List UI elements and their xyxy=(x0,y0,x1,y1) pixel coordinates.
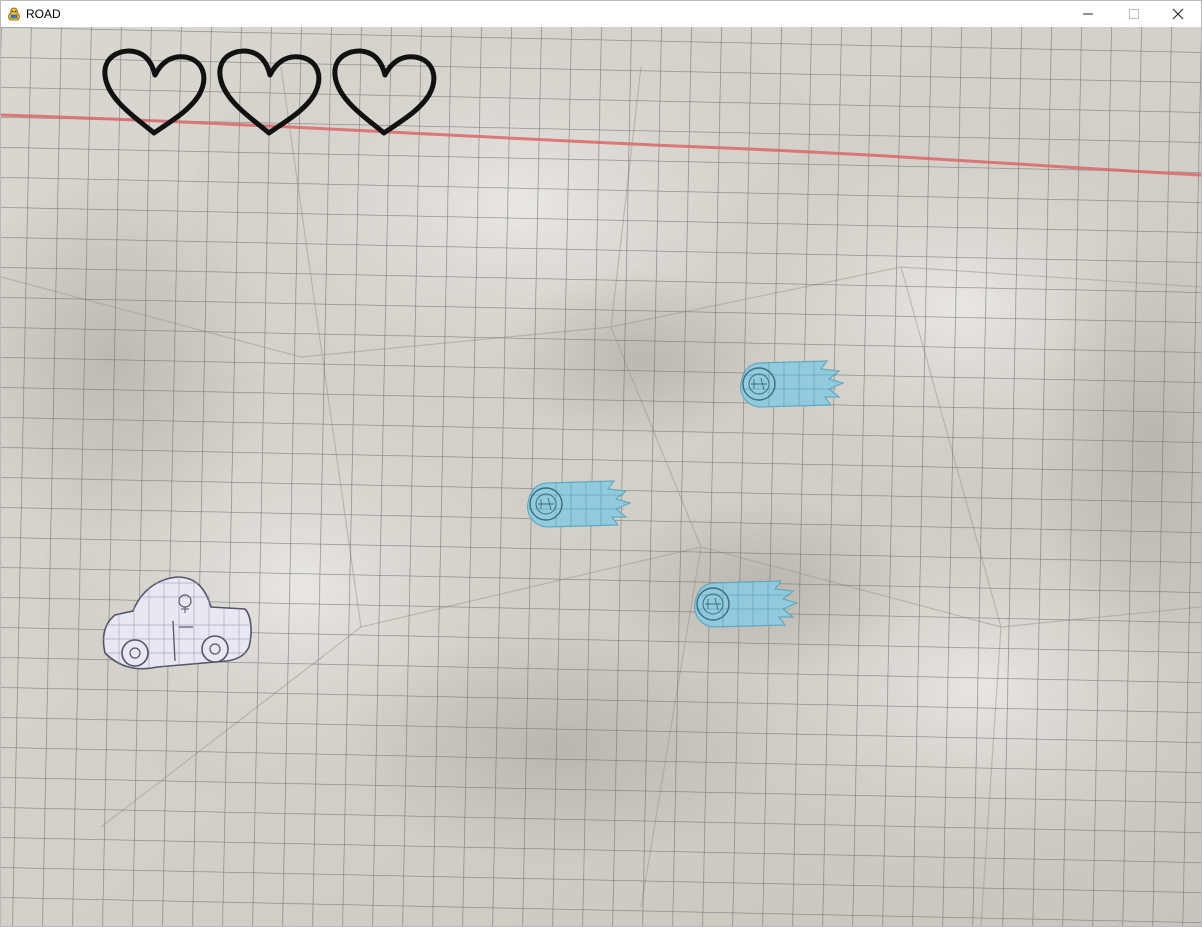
maximize-button[interactable] xyxy=(1111,1,1157,27)
game-window: ROAD xyxy=(0,0,1202,927)
heart-outline-icon xyxy=(217,48,322,136)
heart-outline-icon xyxy=(102,48,207,136)
window-title: ROAD xyxy=(26,7,61,21)
maximize-icon xyxy=(1129,9,1139,19)
minimize-icon xyxy=(1083,13,1093,15)
lives-display xyxy=(99,45,444,140)
pygame-snake-icon xyxy=(6,6,22,22)
close-button[interactable] xyxy=(1155,1,1201,27)
minimize-button[interactable] xyxy=(1065,1,1111,27)
comet-obstacle xyxy=(694,580,799,628)
heart-outline-icon xyxy=(332,48,437,136)
title-bar[interactable]: ROAD xyxy=(1,1,1201,27)
game-canvas[interactable] xyxy=(1,27,1201,926)
close-icon xyxy=(1172,8,1184,20)
comet-obstacle xyxy=(740,360,845,408)
comet-obstacle xyxy=(527,480,632,528)
player-car[interactable] xyxy=(99,575,255,673)
